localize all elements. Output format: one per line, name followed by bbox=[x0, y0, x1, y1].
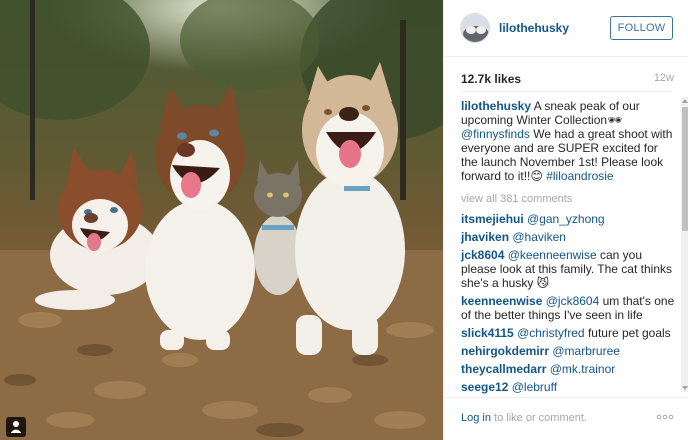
more-options-icon bbox=[656, 414, 674, 420]
comment-username[interactable]: slick4115 bbox=[461, 326, 514, 340]
comment-username[interactable]: jck8604 bbox=[461, 248, 504, 262]
comment-mention[interactable]: @lebruff bbox=[512, 380, 557, 394]
comment-mention[interactable]: @christyfred bbox=[517, 326, 585, 340]
comment-username[interactable]: jhaviken bbox=[461, 230, 509, 244]
comments-scrollbar[interactable] bbox=[681, 97, 688, 392]
comment-username[interactable]: nehirgokdemirr bbox=[461, 344, 549, 358]
likes-count: 12.7k likes bbox=[461, 72, 522, 86]
view-all-comments-link[interactable]: view all 381 comments bbox=[461, 192, 675, 206]
post-stats: 12.7k likes 12w bbox=[444, 57, 688, 93]
login-link[interactable]: Log in bbox=[461, 412, 491, 424]
post-side-panel: lilothehusky FOLLOW 12.7k likes 12w lilo… bbox=[443, 0, 688, 440]
comment-text: future pet goals bbox=[587, 326, 671, 340]
login-prompt: Log in to like or comment. bbox=[461, 412, 587, 424]
comments-list: lilothehusky A sneak peak of our upcomin… bbox=[461, 99, 675, 399]
comment-username[interactable]: keenneenwise bbox=[461, 294, 542, 308]
comment-username[interactable]: theycallmedarr bbox=[461, 362, 546, 376]
post-age[interactable]: 12w bbox=[654, 72, 674, 84]
comment-username[interactable]: seege12 bbox=[461, 380, 508, 394]
comment-mention[interactable]: @gan_yzhong bbox=[527, 212, 605, 226]
caption-username[interactable]: lilothehusky bbox=[461, 99, 531, 113]
comment: jhaviken @haviken bbox=[461, 230, 675, 244]
person-icon bbox=[10, 421, 22, 433]
comment-mention[interactable]: @marbruree bbox=[552, 344, 620, 358]
comment-mention[interactable]: @keenneenwise bbox=[508, 248, 597, 262]
comment: theycallmedarr @mk.trainor bbox=[461, 362, 675, 376]
comment-mention[interactable]: @haviken bbox=[512, 230, 566, 244]
post-photo[interactable] bbox=[0, 0, 443, 440]
comment: itsmejiehui @gan_yzhong bbox=[461, 212, 675, 226]
header-username[interactable]: lilothehusky bbox=[499, 21, 569, 35]
caption: lilothehusky A sneak peak of our upcomin… bbox=[461, 99, 675, 183]
avatar[interactable] bbox=[460, 13, 490, 43]
follow-button[interactable]: FOLLOW bbox=[610, 16, 673, 40]
comment: jck8604 @keenneenwise can you please loo… bbox=[461, 248, 675, 290]
more-options-button[interactable] bbox=[656, 410, 674, 424]
dogs-and-cat-photo bbox=[0, 0, 443, 440]
scroll-down-arrow-icon[interactable] bbox=[682, 385, 688, 391]
comment-mention[interactable]: @mk.trainor bbox=[550, 362, 616, 376]
user-tag-button[interactable] bbox=[6, 417, 26, 437]
comment-username[interactable]: itsmejiehui bbox=[461, 212, 524, 226]
scroll-up-arrow-icon[interactable] bbox=[682, 98, 688, 104]
comment: seege12 @lebruff bbox=[461, 380, 675, 394]
divider bbox=[461, 91, 672, 92]
comment: slick4115 @christyfred future pet goals bbox=[461, 326, 675, 340]
avatar-image bbox=[461, 14, 489, 42]
comment: nehirgokdemirr @marbruree bbox=[461, 344, 675, 358]
caption-mention[interactable]: @finnysfinds bbox=[461, 127, 530, 141]
post-header: lilothehusky FOLLOW bbox=[444, 0, 688, 57]
comment-mention[interactable]: @jck8604 bbox=[546, 294, 600, 308]
post-footer: Log in to like or comment. bbox=[444, 397, 688, 440]
login-prompt-text: to like or comment. bbox=[490, 412, 587, 424]
caption-hashtag[interactable]: #liloandrosie bbox=[546, 169, 613, 183]
comment: keenneenwise @jck8604 um that's one of t… bbox=[461, 294, 675, 322]
scrollbar-thumb[interactable] bbox=[682, 107, 688, 231]
